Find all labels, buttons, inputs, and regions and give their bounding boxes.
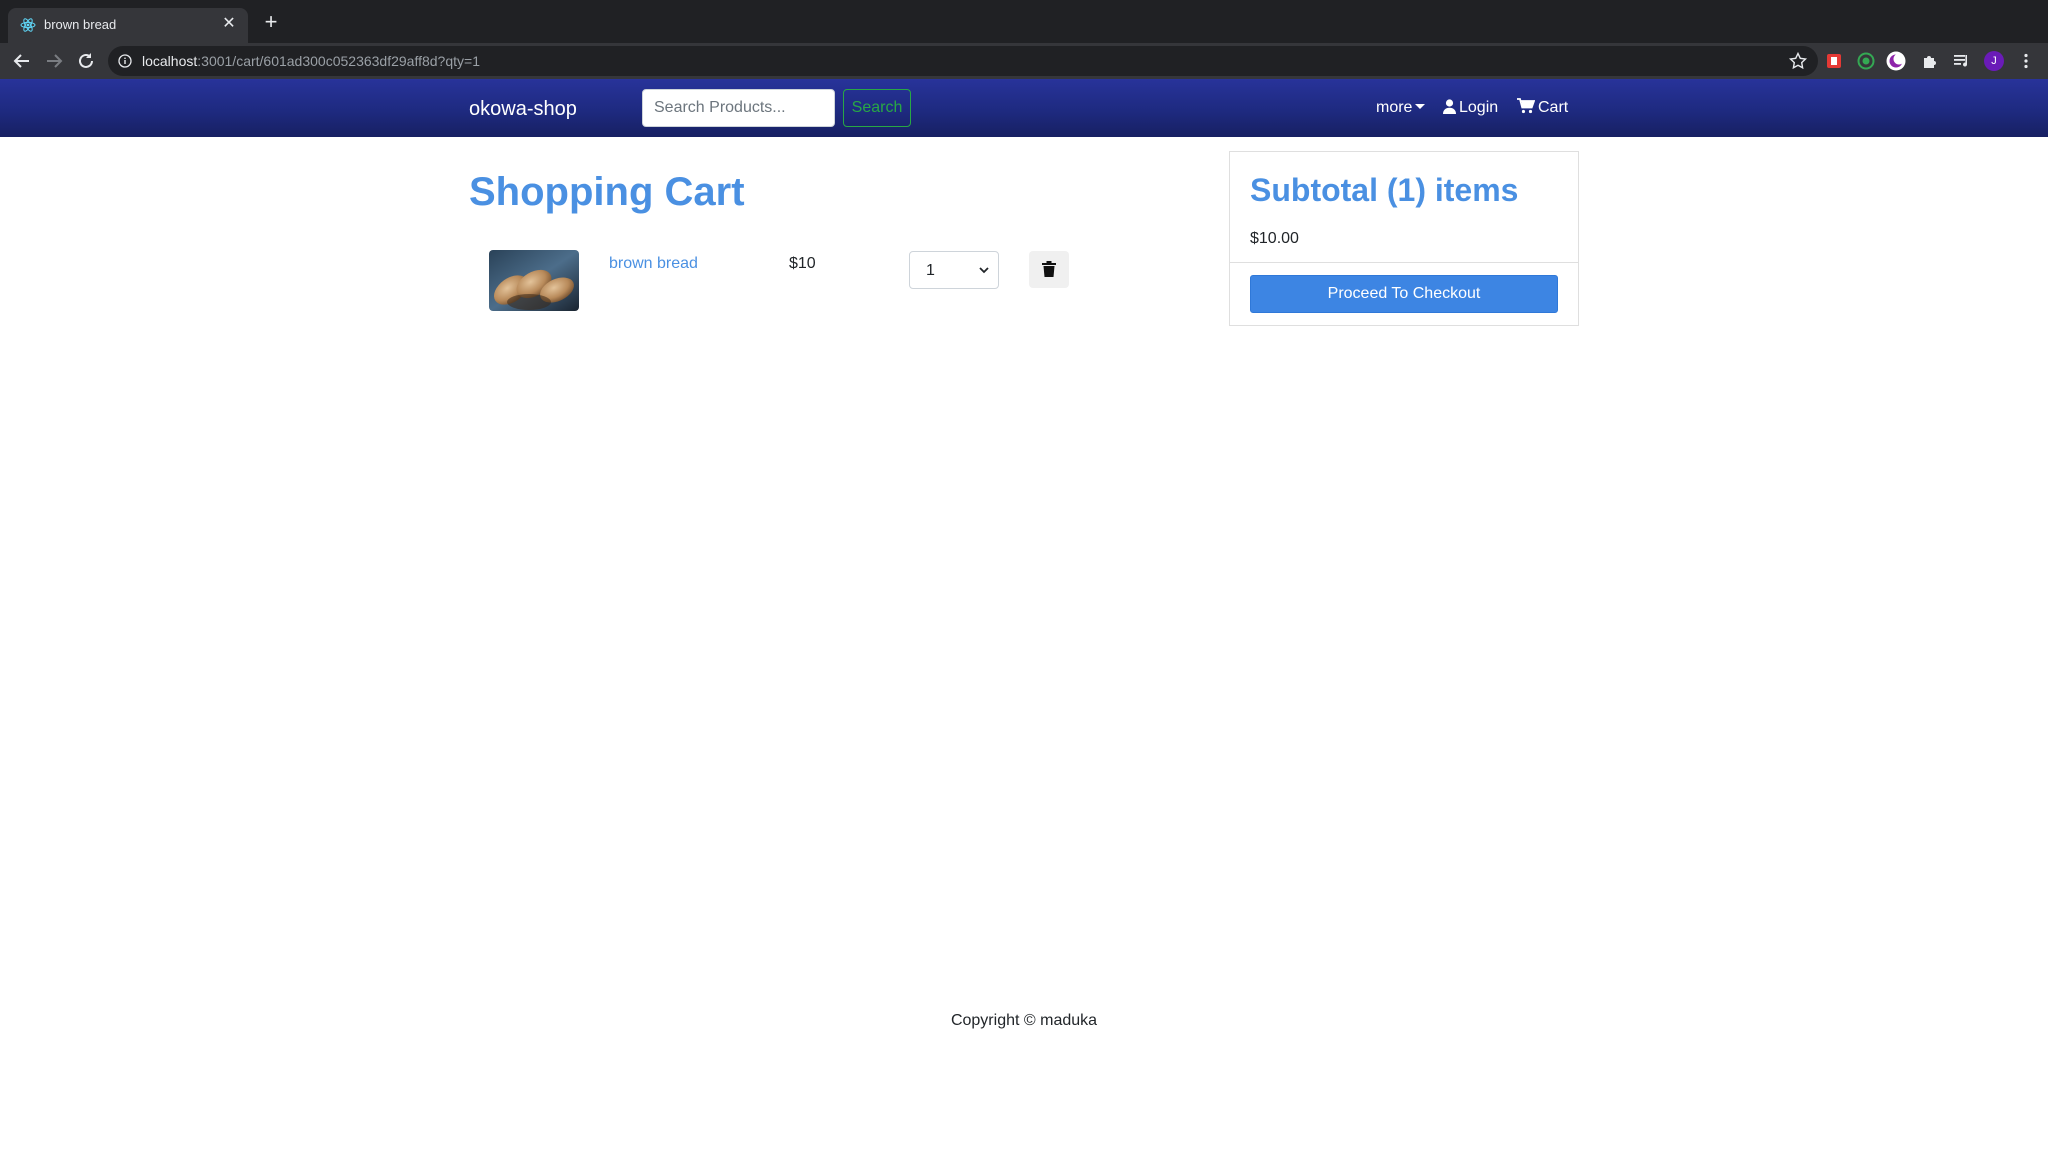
site-navbar: okowa-shop Search more Login Cart <box>0 79 2048 137</box>
trash-icon <box>1042 261 1056 277</box>
search-button[interactable]: Search <box>843 89 911 127</box>
more-dropdown[interactable]: more <box>1376 98 1426 118</box>
quantity-select[interactable]: 1 <box>909 251 999 289</box>
remove-item-button[interactable] <box>1029 251 1069 288</box>
more-label: more <box>1376 99 1413 116</box>
tab-title: brown bread <box>44 17 117 32</box>
bookmark-star-icon[interactable] <box>1788 51 1808 71</box>
page-title: Shopping Cart <box>469 170 745 214</box>
address-bar[interactable]: localhost:3001/cart/601ad300c052363df29a… <box>108 46 1818 76</box>
bread-image <box>489 250 579 311</box>
back-arrow-icon[interactable] <box>11 50 33 72</box>
profile-avatar[interactable]: J <box>1984 51 2004 71</box>
cart-label: Cart <box>1538 99 1569 116</box>
cart-item-price: $10 <box>789 255 816 272</box>
subtotal-title: Subtotal (1) items <box>1250 172 1519 208</box>
address-url: localhost:3001/cart/601ad300c052363df29a… <box>142 53 480 69</box>
subtotal-amount: $10.00 <box>1250 230 1299 247</box>
react-favicon-icon <box>20 18 36 32</box>
new-tab-icon[interactable]: + <box>261 11 281 33</box>
url-host: localhost <box>142 53 198 69</box>
cart-item-row: brown bread $10 1 <box>469 250 1089 312</box>
user-icon <box>1443 99 1456 114</box>
extensions-puzzle-icon[interactable] <box>1920 51 1940 71</box>
browser-tab-bar: brown bread ✕ + <box>0 0 2048 43</box>
chevron-down-icon <box>979 267 989 274</box>
brand-logo[interactable]: okowa-shop <box>469 97 577 121</box>
search-input[interactable] <box>642 89 835 127</box>
browser-tab[interactable]: brown bread ✕ <box>8 8 248 43</box>
media-queue-icon[interactable] <box>1952 51 1972 71</box>
extension-moon-icon[interactable] <box>1886 51 1906 71</box>
reload-icon[interactable] <box>75 50 97 72</box>
cart-item-name-link[interactable]: brown bread <box>609 254 698 274</box>
url-path: :3001/cart/601ad300c052363df29aff8d?qty=… <box>197 53 480 69</box>
caret-down-icon <box>1415 104 1426 109</box>
footer-copyright: Copyright © maduka <box>950 1012 1098 1029</box>
summary-divider <box>1230 262 1578 263</box>
quantity-value: 1 <box>926 262 935 279</box>
login-link[interactable]: Login <box>1443 98 1498 118</box>
site-info-icon[interactable] <box>118 54 132 68</box>
cart-link[interactable]: Cart <box>1517 98 1568 118</box>
forward-arrow-icon[interactable] <box>43 50 65 72</box>
proceed-to-checkout-button[interactable]: Proceed To Checkout <box>1250 275 1558 313</box>
login-label: Login <box>1459 99 1499 116</box>
order-summary-card: Subtotal (1) items $10.00 Proceed To Che… <box>1229 151 1579 326</box>
tab-close-icon[interactable]: ✕ <box>220 15 238 33</box>
browser-toolbar: localhost:3001/cart/601ad300c052363df29a… <box>0 43 2048 79</box>
cart-icon <box>1517 98 1535 114</box>
browser-menu-icon[interactable] <box>2016 51 2036 71</box>
extension-green-icon[interactable] <box>1856 51 1876 71</box>
extension-red-icon[interactable] <box>1824 51 1844 71</box>
